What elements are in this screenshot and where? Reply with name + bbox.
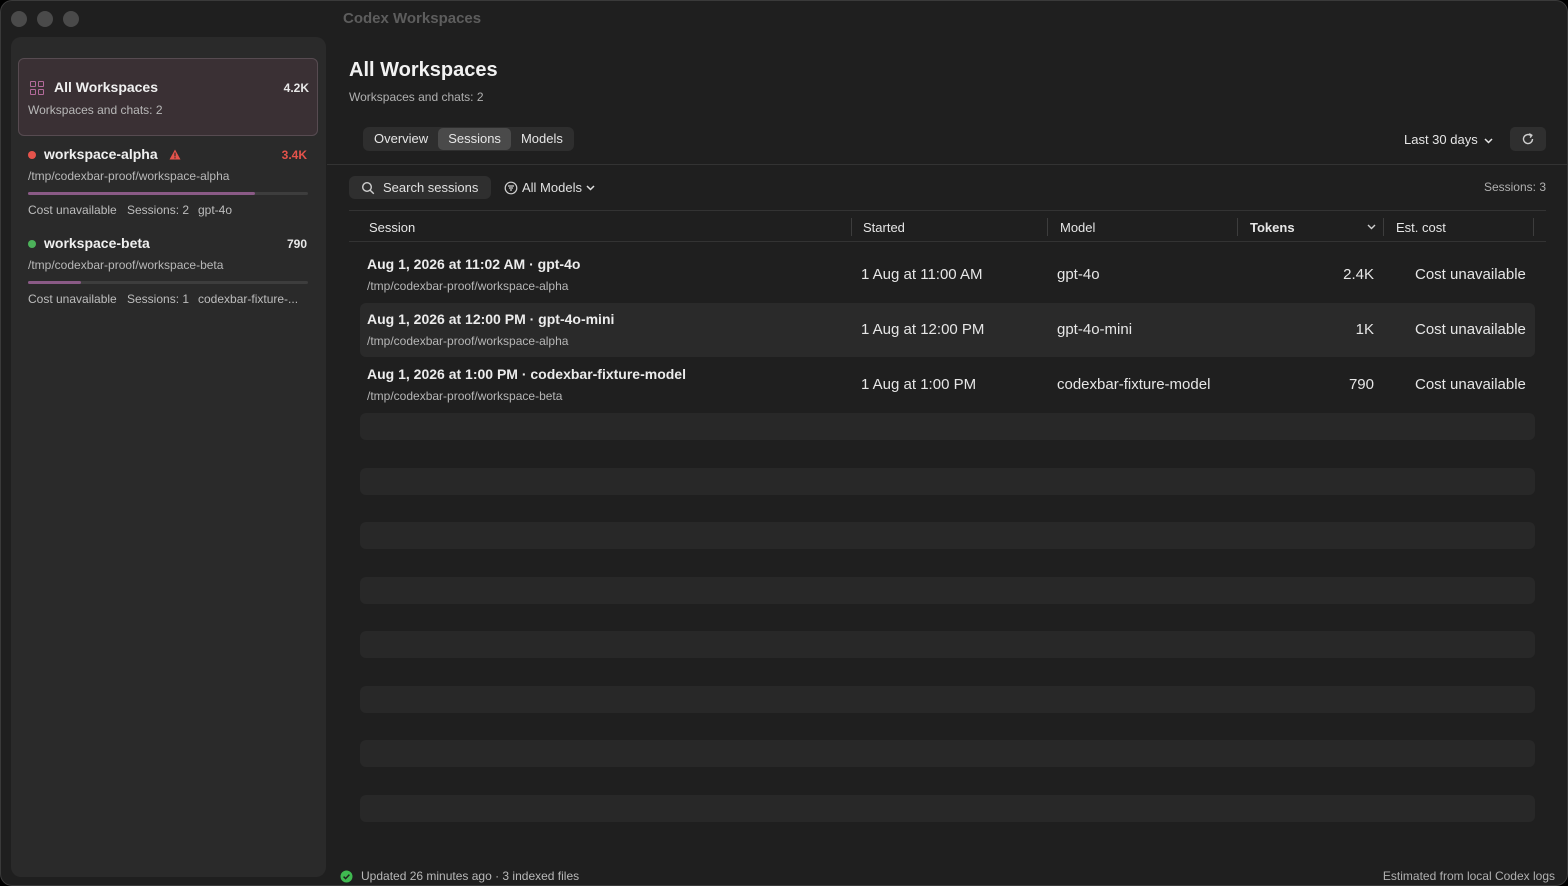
column-header-session[interactable]: Session — [369, 220, 415, 235]
window-title: Codex Workspaces — [343, 10, 482, 27]
workspace-sessions: Sessions: 2 — [127, 203, 190, 217]
chevron-down-icon — [1484, 138, 1493, 144]
tab-sessions[interactable]: Sessions — [438, 128, 511, 150]
empty-row — [360, 522, 1535, 549]
column-header-started[interactable]: Started — [863, 220, 905, 235]
session-model: gpt-4o — [1057, 266, 1100, 283]
column-header-tokens[interactable]: Tokens — [1250, 220, 1295, 235]
workspace-model: gpt-4o — [198, 203, 233, 217]
table-row[interactable]: Aug 1, 2026 at 11:02 AM · gpt-4o /tmp/co… — [360, 248, 1535, 302]
empty-row — [360, 577, 1535, 604]
grid-icon — [30, 81, 44, 95]
app-window: Codex Workspaces All Workspaces 4.2K Wor… — [0, 0, 1568, 886]
token-count: 4.2K — [283, 81, 309, 95]
warning-icon — [169, 149, 181, 160]
column-separator[interactable] — [1047, 218, 1048, 236]
session-tokens: 790 — [1348, 376, 1374, 393]
tab-overview[interactable]: Overview — [364, 128, 438, 150]
column-separator[interactable] — [1533, 218, 1534, 236]
status-bar: Updated 26 minutes ago · 3 indexed files — [340, 869, 579, 883]
model-filter-dropdown[interactable]: All Models — [504, 180, 595, 195]
workspace-path: /tmp/codexbar-proof/workspace-beta — [28, 258, 224, 272]
token-count: 790 — [286, 237, 307, 251]
session-cost: Cost unavailable — [1415, 321, 1526, 338]
session-cost: Cost unavailable — [1415, 376, 1526, 393]
empty-row — [360, 795, 1535, 822]
workspace-cost: Cost unavailable — [28, 292, 117, 306]
check-circle-icon — [340, 870, 353, 882]
search-icon — [361, 181, 375, 195]
usage-bar — [28, 281, 308, 284]
column-separator[interactable] — [851, 218, 852, 236]
empty-row — [360, 631, 1535, 658]
sidebar: All Workspaces 4.2K Workspaces and chats… — [11, 37, 326, 877]
date-range-label: Last 30 days — [1404, 132, 1478, 147]
workspace-sessions: Sessions: 1 — [127, 292, 190, 306]
session-started: 1 Aug at 12:00 PM — [861, 321, 985, 338]
sidebar-item-workspace-alpha[interactable]: workspace-alpha 3.4K /tmp/codexbar-proof… — [11, 141, 326, 221]
table-row[interactable]: Aug 1, 2026 at 12:00 PM · gpt-4o-mini /t… — [360, 303, 1535, 357]
status-dot — [28, 240, 36, 248]
header-divider — [327, 164, 1567, 165]
filter-label: All Models — [522, 180, 582, 195]
date-range-dropdown[interactable]: Last 30 days — [1404, 132, 1493, 147]
page-title: All Workspaces — [349, 59, 498, 81]
sort-descending-icon[interactable] — [1367, 224, 1376, 230]
column-separator[interactable] — [1237, 218, 1238, 236]
chevron-down-icon — [586, 184, 595, 191]
workspace-name: workspace-beta — [44, 235, 150, 251]
status-dot — [28, 151, 36, 159]
session-tokens: 2.4K — [1343, 266, 1374, 283]
sidebar-item-all-workspaces[interactable]: All Workspaces 4.2K Workspaces and chats… — [18, 58, 318, 136]
session-started: 1 Aug at 11:00 AM — [861, 266, 983, 283]
session-started: 1 Aug at 1:00 PM — [861, 376, 977, 393]
session-path: /tmp/codexbar-proof/workspace-alpha — [367, 334, 569, 348]
page-subtitle: Workspaces and chats: 2 — [349, 90, 484, 104]
table-row[interactable]: Aug 1, 2026 at 1:00 PM · codexbar-fixtur… — [360, 358, 1535, 412]
refresh-button[interactable] — [1510, 127, 1546, 151]
search-sessions-button[interactable]: Search sessions — [349, 176, 491, 199]
status-text: Updated 26 minutes ago · 3 indexed files — [361, 869, 580, 883]
refresh-icon — [1522, 133, 1534, 145]
sidebar-item-subtitle: Workspaces and chats: 2 — [28, 103, 163, 117]
estimate-note: Estimated from local Codex logs — [1382, 869, 1555, 883]
title-bar: Codex Workspaces — [1, 1, 1567, 37]
search-label: Search sessions — [383, 180, 479, 195]
column-header-model[interactable]: Model — [1060, 220, 1095, 235]
empty-row — [360, 686, 1535, 713]
zoom-window-button[interactable] — [63, 11, 79, 27]
sidebar-item-workspace-beta[interactable]: workspace-beta 790 /tmp/codexbar-proof/w… — [11, 230, 326, 310]
session-model: codexbar-fixture-model — [1057, 376, 1211, 393]
column-separator[interactable] — [1383, 218, 1384, 236]
session-cost: Cost unavailable — [1415, 266, 1526, 283]
close-window-button[interactable] — [11, 11, 27, 27]
workspace-path: /tmp/codexbar-proof/workspace-alpha — [28, 169, 230, 183]
token-count: 3.4K — [281, 148, 307, 162]
tab-bar: Overview Sessions Models — [363, 127, 574, 151]
workspace-cost: Cost unavailable — [28, 203, 117, 217]
session-title: Aug 1, 2026 at 11:02 AM · gpt-4o — [367, 256, 581, 272]
workspace-model: codexbar-fixture-... — [198, 292, 299, 306]
session-title: Aug 1, 2026 at 12:00 PM · gpt-4o-mini — [367, 311, 615, 327]
session-path: /tmp/codexbar-proof/workspace-beta — [367, 389, 563, 403]
empty-row — [360, 468, 1535, 495]
session-model: gpt-4o-mini — [1057, 321, 1133, 338]
minimize-window-button[interactable] — [37, 11, 53, 27]
session-title: Aug 1, 2026 at 1:00 PM · codexbar-fixtur… — [367, 366, 686, 382]
sessions-count: Sessions: 3 — [1483, 180, 1546, 194]
session-tokens: 1K — [1355, 321, 1374, 338]
column-header-est-cost[interactable]: Est. cost — [1396, 220, 1446, 235]
table-header: Session Started Model Tokens Est. cost — [349, 210, 1546, 242]
session-path: /tmp/codexbar-proof/workspace-alpha — [367, 279, 569, 293]
empty-row — [360, 740, 1535, 767]
workspace-name: workspace-alpha — [44, 146, 158, 162]
tab-models[interactable]: Models — [511, 128, 573, 150]
sidebar-item-title: All Workspaces — [54, 79, 159, 95]
filter-icon — [504, 181, 518, 194]
empty-row — [360, 413, 1535, 440]
usage-bar — [28, 192, 308, 195]
